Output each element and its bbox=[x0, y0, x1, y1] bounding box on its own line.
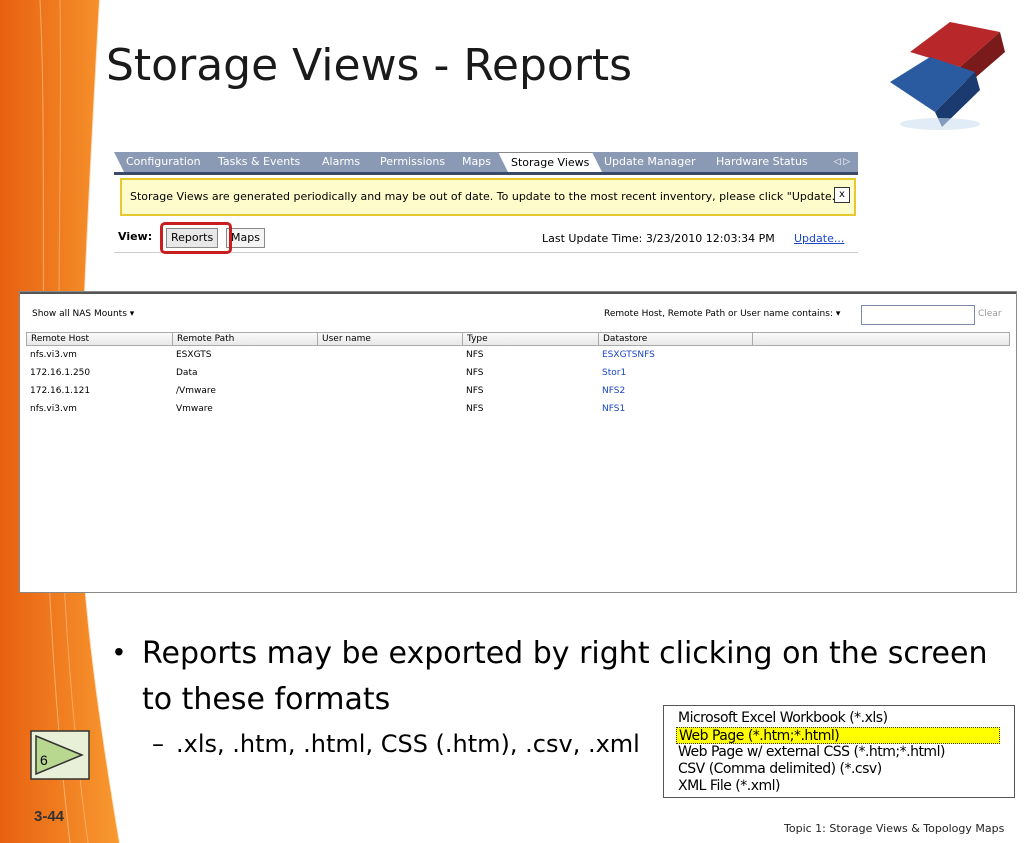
column-header-type[interactable]: Type bbox=[463, 333, 599, 345]
logo-icon bbox=[880, 12, 1010, 132]
tab-permissions[interactable]: Permissions bbox=[368, 152, 466, 172]
sub-bullet-formats: .xls, .htm, .html, CSS (.htm), .csv, .xm… bbox=[176, 730, 640, 758]
filter-field-dropdown[interactable]: Remote Host, Remote Path or User name co… bbox=[604, 309, 840, 319]
sub-bullet-dash: – bbox=[152, 730, 164, 758]
bullet-line-2: to these formats bbox=[142, 682, 391, 717]
report-toolbar: Show all NAS Mounts ▾ Remote Host, Remot… bbox=[20, 292, 1016, 334]
cell-remote-host: nfs.vi3.vm bbox=[30, 404, 77, 414]
show-all-nas-mounts-dropdown[interactable]: Show all NAS Mounts ▾ bbox=[32, 309, 134, 319]
table-row[interactable]: 172.16.1.250 Data NFS Stor1 bbox=[26, 365, 1010, 381]
column-header-remote-path[interactable]: Remote Path bbox=[173, 333, 318, 345]
cell-type: NFS bbox=[466, 404, 484, 414]
last-update-time: Last Update Time: 3/23/2010 12:03:34 PM bbox=[542, 232, 775, 245]
export-option-xls[interactable]: Microsoft Excel Workbook (*.xls) bbox=[678, 710, 888, 727]
export-option-css[interactable]: Web Page w/ external CSS (*.htm;*.html) bbox=[678, 744, 945, 761]
cell-datastore-link[interactable]: ESXGTSNFS bbox=[598, 350, 655, 360]
tab-bar: Configuration Tasks & Events Alarms Perm… bbox=[114, 152, 858, 175]
cell-remote-path: Vmware bbox=[176, 404, 213, 414]
export-option-htm-selected[interactable]: Web Page (*.htm;*.html) bbox=[676, 727, 1000, 744]
export-format-list: Microsoft Excel Workbook (*.xls) Web Pag… bbox=[663, 705, 1015, 798]
nas-report-panel: Show all NAS Mounts ▾ Remote Host, Remot… bbox=[19, 291, 1017, 593]
export-option-csv[interactable]: CSV (Comma delimited) (*.csv) bbox=[678, 761, 882, 778]
play-nav-button[interactable] bbox=[30, 730, 90, 780]
tab-storage-views[interactable]: Storage Views bbox=[498, 152, 608, 172]
cell-datastore-link[interactable]: NFS1 bbox=[598, 404, 625, 414]
table-row[interactable]: 172.16.1.121 /Vmware NFS NFS2 bbox=[26, 383, 1010, 399]
column-header-remote-host[interactable]: Remote Host bbox=[27, 333, 173, 345]
clear-filter-link[interactable]: Clear bbox=[978, 309, 1002, 319]
tab-hardware-status[interactable]: Hardware Status bbox=[704, 152, 834, 172]
notice-text: Storage Views are generated periodically… bbox=[130, 190, 848, 203]
cell-type: NFS bbox=[466, 350, 484, 360]
column-header-datastore[interactable]: Datastore bbox=[599, 333, 753, 345]
notice-close-button[interactable]: x bbox=[834, 187, 850, 203]
table-row[interactable]: nfs.vi3.vm ESXGTS NFS ESXGTSNFS bbox=[26, 347, 1010, 363]
tab-scroll-arrows-icon[interactable]: ◁ ▷ bbox=[826, 152, 858, 172]
nav-button-label: 6 bbox=[40, 752, 48, 768]
tab-configuration[interactable]: Configuration bbox=[114, 152, 218, 172]
vsphere-tab-panel: Configuration Tasks & Events Alarms Perm… bbox=[114, 148, 858, 256]
slide-title: Storage Views - Reports bbox=[106, 40, 633, 91]
notice-banner: Storage Views are generated periodically… bbox=[120, 178, 856, 216]
column-header-user-name[interactable]: User name bbox=[318, 333, 463, 345]
bullet-line-1: Reports may be exported by right clickin… bbox=[142, 636, 988, 671]
cell-remote-host: 172.16.1.121 bbox=[30, 386, 91, 396]
cell-remote-host: 172.16.1.250 bbox=[30, 368, 91, 378]
cell-remote-path: ESXGTS bbox=[176, 350, 212, 360]
tab-update-manager[interactable]: Update Manager bbox=[592, 152, 718, 172]
view-bar: View: Reports Maps Last Update Time: 3/2… bbox=[114, 222, 858, 254]
highlight-box bbox=[160, 222, 232, 254]
tab-tasks-events[interactable]: Tasks & Events bbox=[206, 152, 322, 172]
update-link[interactable]: Update... bbox=[794, 232, 844, 245]
slide-number: 3-44 bbox=[34, 808, 65, 825]
cell-remote-host: nfs.vi3.vm bbox=[30, 350, 77, 360]
slide-footer: Topic 1: Storage Views & Topology Maps bbox=[784, 822, 1005, 835]
cell-datastore-link[interactable]: Stor1 bbox=[598, 368, 626, 378]
table-row[interactable]: nfs.vi3.vm Vmware NFS NFS1 bbox=[26, 401, 1010, 417]
cell-datastore-link[interactable]: NFS2 bbox=[598, 386, 625, 396]
cell-type: NFS bbox=[466, 368, 484, 378]
view-label: View: bbox=[118, 230, 153, 243]
cell-type: NFS bbox=[466, 386, 484, 396]
export-option-xml[interactable]: XML File (*.xml) bbox=[678, 778, 780, 795]
filter-input[interactable] bbox=[861, 305, 975, 325]
cell-remote-path: /Vmware bbox=[176, 386, 216, 396]
cell-remote-path: Data bbox=[176, 368, 198, 378]
table-header: Remote Host Remote Path User name Type D… bbox=[26, 332, 1010, 346]
bullet-dot: • bbox=[114, 636, 124, 667]
